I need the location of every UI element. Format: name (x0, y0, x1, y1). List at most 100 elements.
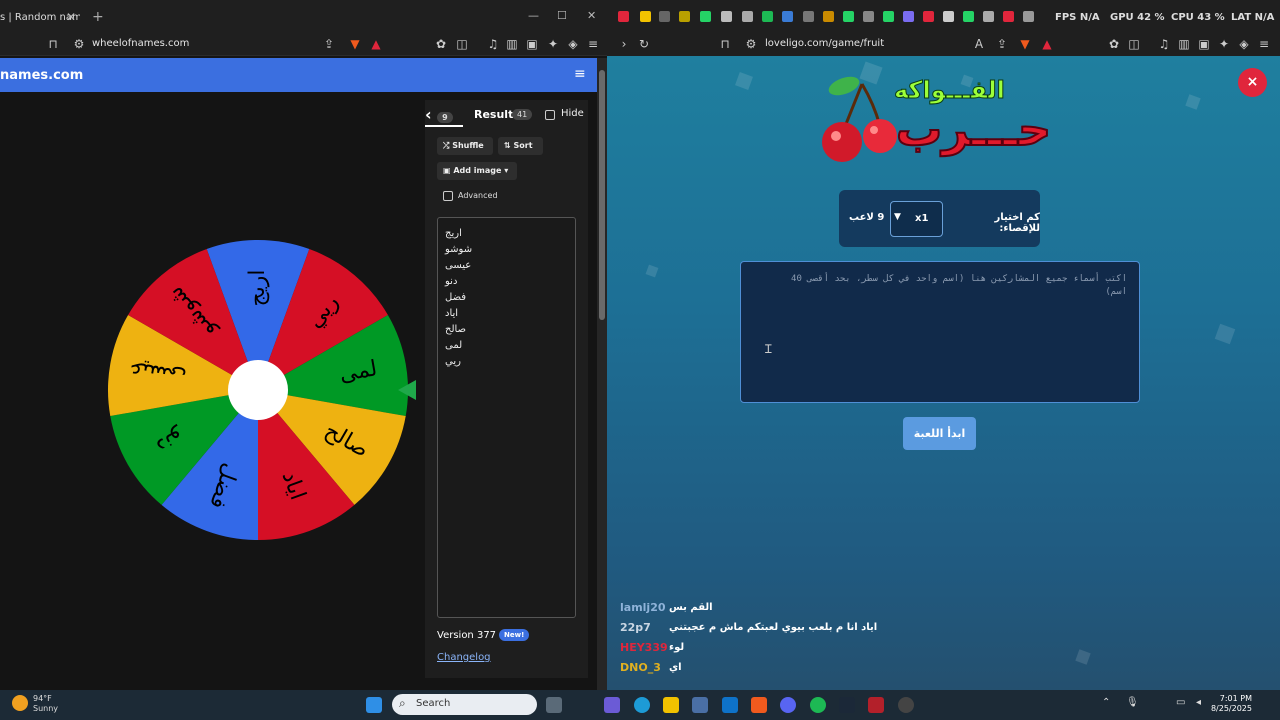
window-close-icon[interactable]: ✕ (587, 9, 596, 22)
discord-icon[interactable] (780, 697, 796, 713)
browser-menu-icon[interactable]: ≡ (586, 37, 600, 51)
extensions-icon[interactable]: ✿ (1107, 37, 1121, 51)
site-settings-icon[interactable]: ⚙ (744, 37, 758, 51)
ext-icon-12[interactable] (843, 11, 854, 22)
microphone-icon[interactable]: 🎙 (1126, 697, 1139, 713)
chat-message: DNO_3 اي (614, 659, 914, 679)
rewards-icon[interactable]: ▲ (1040, 37, 1054, 51)
vpn-icon[interactable]: ◈ (566, 37, 580, 51)
brave-shield-icon[interactable]: ▼ (348, 37, 362, 51)
taskbar-search[interactable]: ⌕ Search (392, 694, 537, 715)
task-view-icon[interactable] (546, 697, 562, 713)
outlook-icon[interactable] (722, 697, 738, 713)
ext-icon-2[interactable] (640, 11, 651, 22)
close-tab-icon[interactable]: ✕ (66, 10, 76, 24)
url-text[interactable]: wheelofnames.com (92, 38, 189, 49)
spotify-icon[interactable] (810, 697, 826, 713)
wallet-icon[interactable]: ▣ (525, 37, 539, 51)
windows-start-icon[interactable] (366, 697, 382, 713)
maximize-icon[interactable]: ☐ (557, 9, 567, 22)
close-icon[interactable]: × (1238, 68, 1267, 97)
ext-icon-13[interactable] (863, 11, 874, 22)
video-app-icon[interactable] (868, 697, 884, 713)
bookmark-icon[interactable]: ⊓ (46, 37, 60, 51)
changelog-link[interactable]: Changelog (437, 652, 491, 663)
screenshot-icon[interactable]: ◫ (455, 37, 469, 51)
elimination-select[interactable]: ▼ x1 (890, 201, 943, 237)
left-url-bar[interactable]: ⊓ ⚙ wheelofnames.com ⇪ ▼ ▲ ✿ ◫ ♫ ▥ ▣ ✦ ◈… (0, 34, 607, 56)
store-icon[interactable] (692, 697, 708, 713)
advanced-checkbox[interactable] (443, 191, 453, 201)
start-game-button[interactable]: ابدأ اللعبة (903, 417, 976, 450)
extensions-icon[interactable]: ✿ (434, 37, 448, 51)
ext-icon-1[interactable] (618, 11, 629, 22)
ext-icon-9[interactable] (782, 11, 793, 22)
participants-textarea[interactable]: اكتب أسماء جميع المشاركين هنا (اسم واحد … (740, 261, 1140, 403)
vpn-icon[interactable]: ◈ (1237, 37, 1251, 51)
brave-shield-icon[interactable]: ▼ (1018, 37, 1032, 51)
brave-icon[interactable] (751, 697, 767, 713)
wallet-icon[interactable]: ▣ (1197, 37, 1211, 51)
add-image-button[interactable]: ▣ Add image ▾ (437, 162, 517, 180)
bookmark-icon[interactable]: ⊓ (718, 37, 732, 51)
ext-icon-7[interactable] (742, 11, 753, 22)
weather-icon[interactable] (12, 695, 28, 711)
volume-icon[interactable]: ◂ (1196, 697, 1208, 713)
media-icon[interactable]: ♫ (486, 37, 500, 51)
site-brand[interactable]: names.com (0, 68, 83, 83)
ext-icon-20[interactable] (1003, 11, 1014, 22)
system-clock[interactable]: 7:01 PM 8/25/2025 (1210, 694, 1252, 714)
ext-icon-11[interactable] (823, 11, 834, 22)
ext-icon-6[interactable] (721, 11, 732, 22)
ext-icon-19[interactable] (983, 11, 994, 22)
translate-icon[interactable]: A (972, 37, 986, 51)
browser-menu-icon[interactable]: ≡ (1257, 37, 1271, 51)
minimize-icon[interactable]: — (528, 9, 539, 22)
ext-icon-8[interactable] (762, 11, 773, 22)
hamburger-menu-icon[interactable]: ≡ (574, 66, 586, 82)
leo-icon[interactable]: ✦ (546, 37, 560, 51)
tray-overflow-icon[interactable]: ⌃ (1102, 697, 1112, 713)
reload-icon[interactable]: ↻ (637, 37, 651, 51)
leo-icon[interactable]: ✦ (1217, 37, 1231, 51)
sidebar-icon[interactable]: ▥ (1177, 37, 1191, 51)
steam-icon[interactable] (839, 697, 855, 713)
left-scrollbar[interactable] (597, 58, 607, 690)
ext-icon-4[interactable] (679, 11, 690, 22)
tab-entries[interactable]: ‹ 9 (425, 105, 453, 124)
file-explorer-icon[interactable] (663, 697, 679, 713)
obs-icon[interactable] (898, 697, 914, 713)
ext-icon-14[interactable] (883, 11, 894, 22)
ext-icon-5[interactable] (700, 11, 711, 22)
network-icon[interactable]: ▭ (1176, 697, 1188, 713)
ext-icon-10[interactable] (803, 11, 814, 22)
names-textarea[interactable]: اريج شوشو عيسى دنو فضل اياد صالح لمى ريي (437, 217, 576, 618)
site-settings-icon[interactable]: ⚙ (72, 37, 86, 51)
screenshot-icon[interactable]: ◫ (1127, 37, 1141, 51)
ext-icon-16[interactable] (923, 11, 934, 22)
right-url-bar[interactable]: › ↻ ⊓ ⚙ loveligo.com/game/fruit A ⇪ ▼ ▲ … (607, 34, 1280, 56)
ext-icon-21[interactable] (1023, 11, 1034, 22)
media-icon[interactable]: ♫ (1157, 37, 1171, 51)
share-icon[interactable]: ⇪ (995, 37, 1009, 51)
hide-checkbox[interactable] (545, 110, 555, 120)
wheel[interactable]: اريج ريي لمى صالح اياد فضل دنو عيسى شوشو (98, 230, 418, 550)
ext-icon-3[interactable] (659, 11, 670, 22)
weather-widget[interactable]: 94°F Sunny (33, 694, 58, 714)
forward-icon[interactable]: › (617, 37, 631, 51)
url-text[interactable]: loveligo.com/game/fruit (765, 38, 884, 49)
wheel-center[interactable] (228, 360, 288, 420)
ext-icon-18[interactable] (963, 11, 974, 22)
edge-icon[interactable] (634, 697, 650, 713)
share-icon[interactable]: ⇪ (322, 37, 336, 51)
copilot-icon[interactable] (604, 697, 620, 713)
wheel-svg[interactable]: اريجرييلمىصالحايادفضلدنوعيسىشوشو (98, 230, 418, 550)
scrollbar-thumb[interactable] (599, 70, 605, 320)
sort-button[interactable]: ⇅ Sort (498, 137, 543, 155)
sidebar-icon[interactable]: ▥ (505, 37, 519, 51)
rewards-icon[interactable]: ▲ (369, 37, 383, 51)
shuffle-button[interactable]: ⤮ Shuffle (437, 137, 493, 155)
new-tab-icon[interactable]: + (92, 9, 104, 25)
ext-icon-17[interactable] (943, 11, 954, 22)
ext-icon-15[interactable] (903, 11, 914, 22)
